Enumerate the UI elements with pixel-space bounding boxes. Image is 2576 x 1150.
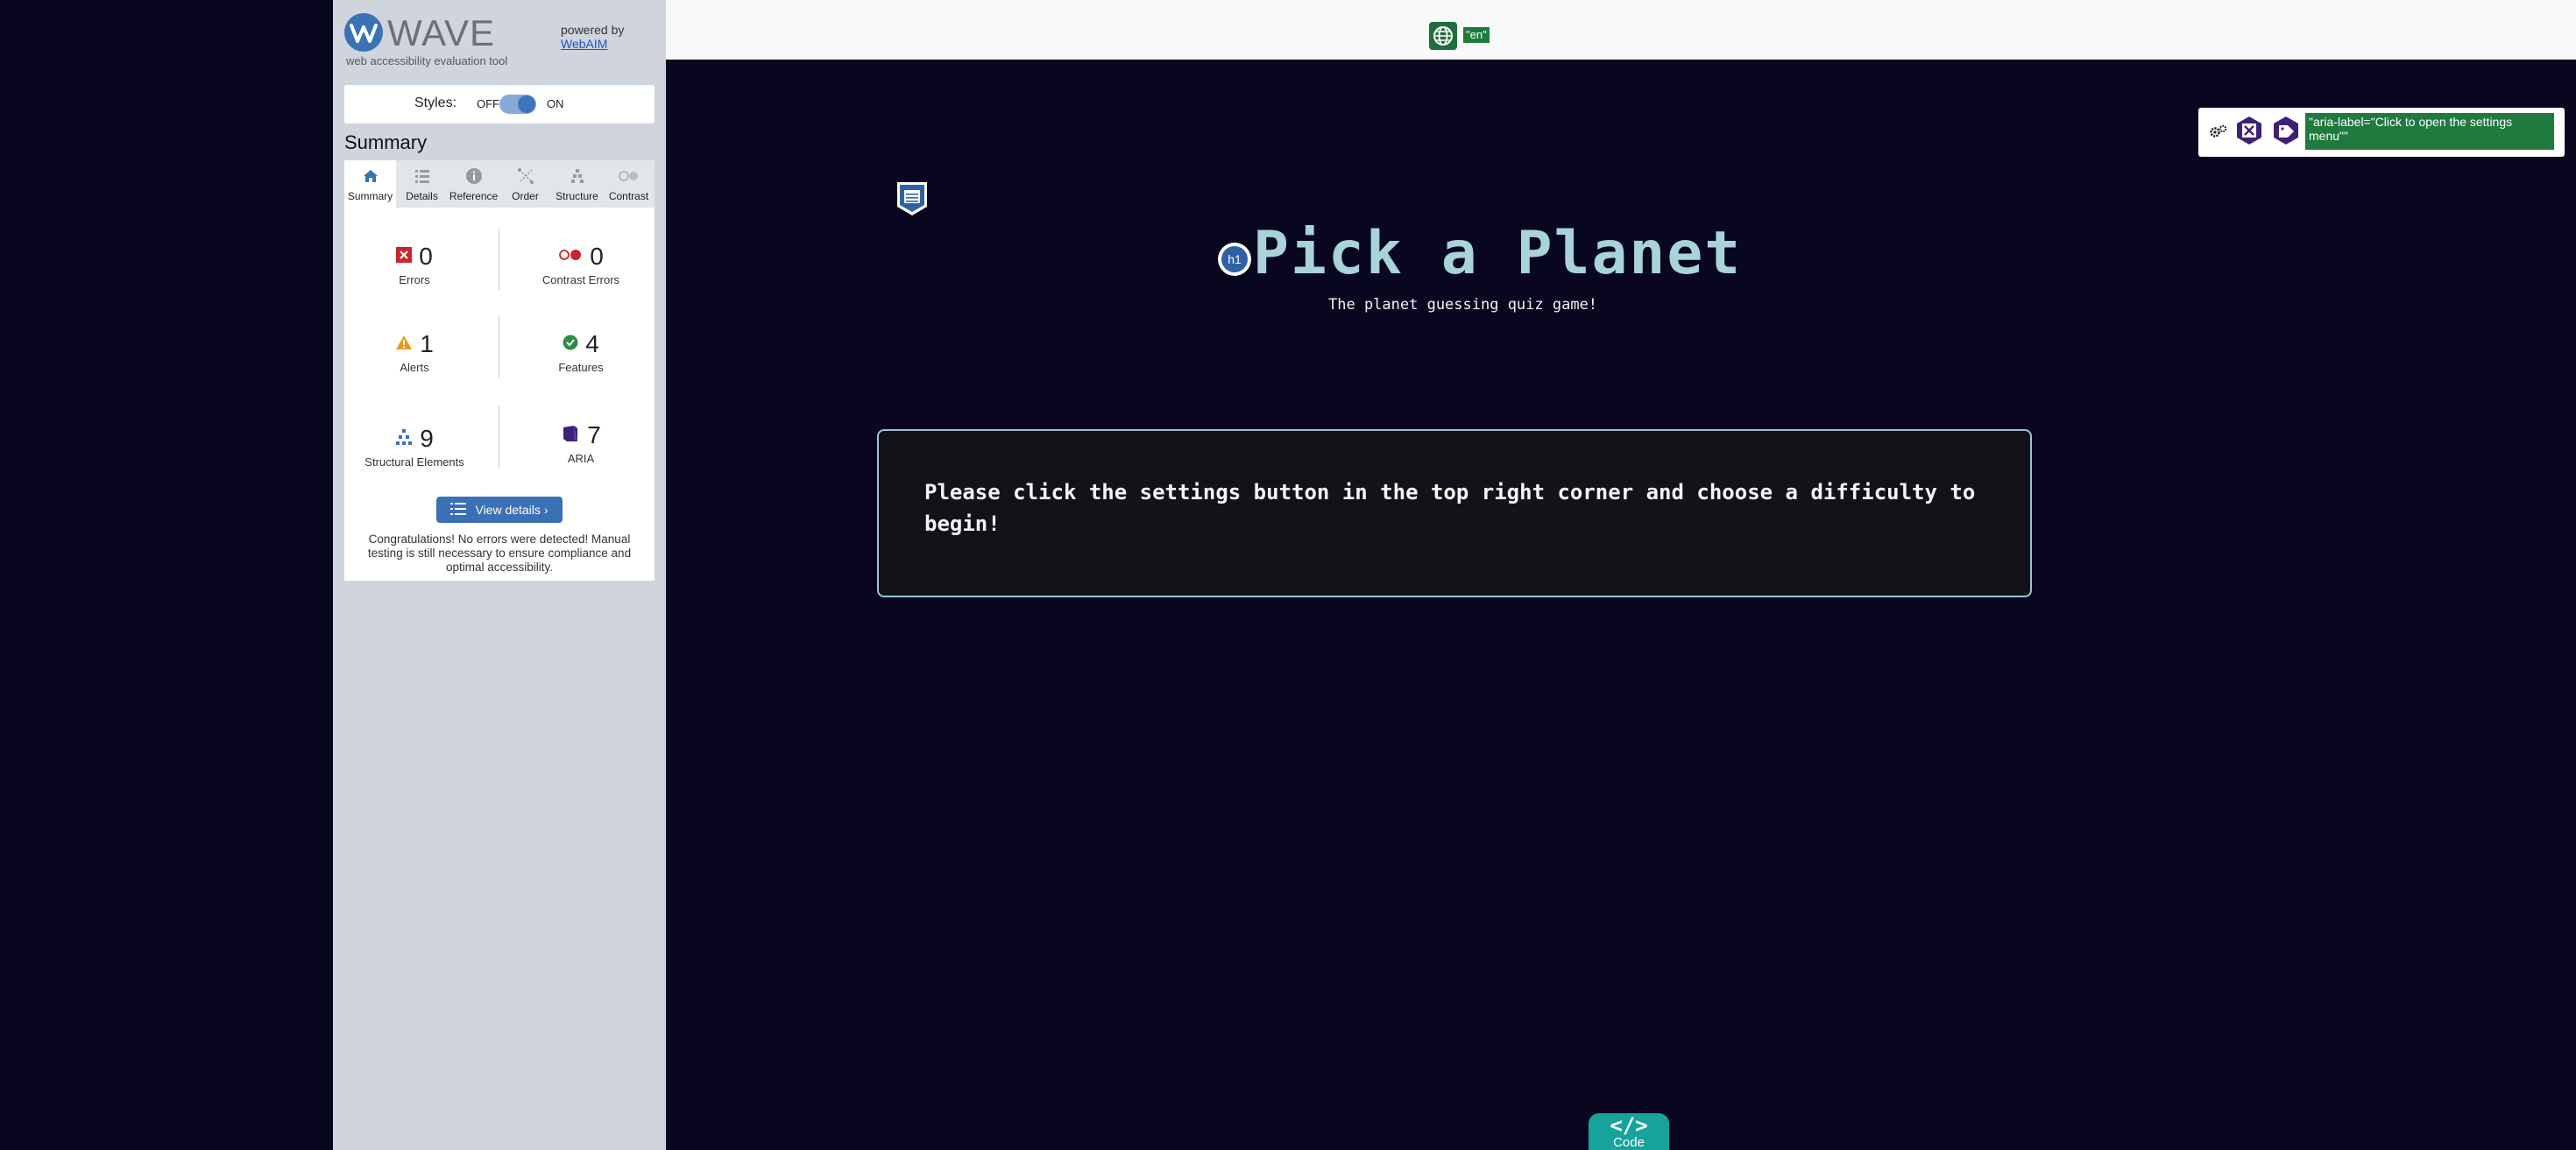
tab-structure-label: Structure	[556, 190, 598, 202]
structural-icon	[395, 428, 413, 450]
wave-panel: WAVE web accessibility evaluation tool p…	[333, 0, 666, 1150]
quiz-message: Please click the settings button in the …	[924, 480, 1976, 536]
aria-count: 7	[587, 421, 601, 448]
language-icon[interactable]	[1429, 22, 1457, 50]
aria-label: ARIA	[567, 452, 595, 465]
tab-reference[interactable]: Reference	[448, 160, 499, 208]
aria-annotation-toolbar: "aria-label="Click to open the settings …	[2198, 108, 2565, 157]
tab-reference-label: Reference	[449, 190, 499, 202]
code-label: Code	[1613, 1135, 1645, 1150]
alerts-count: 1	[420, 330, 434, 357]
contrast-errors-stat[interactable]: 0 Contrast Errors	[511, 242, 651, 286]
page-subtitle: The planet guessing quiz game!	[1328, 296, 1598, 314]
list-icon	[450, 502, 467, 518]
language-badge: "en"	[1463, 27, 1490, 43]
contrast-errors-count: 0	[590, 243, 604, 270]
tab-details[interactable]: Details	[396, 160, 448, 208]
contrast-error-icon	[558, 248, 583, 266]
errors-stat[interactable]: 0 Errors	[344, 242, 485, 286]
tab-summary[interactable]: Summary	[344, 160, 396, 208]
styles-off-label: OFF	[477, 97, 499, 110]
h1-badge: h1	[1221, 246, 1248, 272]
errors-label: Errors	[399, 273, 430, 286]
code-icon: </>	[1610, 1113, 1648, 1138]
code-button[interactable]: </> Code	[1589, 1113, 1669, 1150]
powered-by: powered by WebAIM	[561, 23, 624, 51]
tab-order-label: Order	[512, 190, 539, 202]
errors-count: 0	[419, 243, 433, 270]
view-details-label: View details ›	[475, 503, 548, 517]
contrast-icon	[603, 167, 655, 185]
aria-stat[interactable]: 7 ARIA	[511, 420, 651, 465]
features-count: 4	[585, 330, 599, 357]
wave-logo-text: WAVE	[387, 12, 496, 53]
tab-contrast-label: Contrast	[608, 190, 649, 202]
wave-logo-icon	[344, 13, 383, 52]
alert-icon	[395, 335, 413, 355]
structural-stat[interactable]: 9 Structural Elements	[344, 424, 485, 469]
congratulations-text: Congratulations! No errors were detected…	[367, 533, 632, 574]
summary-body: 0 Errors 0 Contrast Errors 1 Alerts 4 Fe…	[344, 208, 655, 581]
wave-tabs: Summary Details Reference Order Structur…	[344, 160, 655, 208]
list-icon	[396, 167, 448, 185]
styles-toggle-knob	[518, 95, 535, 113]
contrast-errors-label: Contrast Errors	[541, 273, 620, 286]
quiz-card: Please click the settings button in the …	[877, 429, 2032, 597]
alerts-stat[interactable]: 1 Alerts	[344, 329, 485, 374]
features-stat[interactable]: 4 Features	[511, 329, 651, 374]
wave-tagline: web accessibility evaluation tool	[346, 54, 508, 67]
styles-toggle[interactable]	[499, 95, 536, 114]
home-icon	[344, 167, 396, 185]
aria-hidden-icon[interactable]	[2233, 115, 2265, 151]
error-icon	[396, 246, 413, 267]
structural-count: 9	[420, 425, 434, 452]
header-landmark-icon[interactable]	[895, 180, 930, 217]
wave-header: WAVE web accessibility evaluation tool p…	[333, 0, 666, 77]
settings-gears-icon[interactable]	[2209, 123, 2228, 144]
styles-label: Styles:	[414, 95, 457, 110]
features-label: Features	[558, 361, 604, 374]
aria-icon	[561, 424, 580, 448]
powered-by-label: powered by	[561, 23, 625, 37]
page-title: Pick a Planet	[1253, 219, 1743, 288]
structure-icon	[551, 167, 603, 185]
styles-on-label: ON	[547, 97, 564, 110]
styles-toggle-box: Styles: OFF ON	[344, 85, 655, 123]
tab-details-label: Details	[406, 190, 438, 202]
aria-label-icon[interactable]	[2270, 115, 2302, 151]
order-icon	[499, 167, 551, 185]
tab-order[interactable]: Order	[499, 160, 551, 208]
structural-label: Structural Elements	[364, 455, 464, 469]
view-details-button[interactable]: View details ›	[436, 497, 563, 523]
webaim-link[interactable]: WebAIM	[561, 37, 607, 51]
aria-label-badge: "aria-label="Click to open the settings …	[2305, 113, 2554, 150]
tab-contrast[interactable]: Contrast	[603, 160, 655, 208]
alerts-label: Alerts	[400, 361, 429, 374]
page-top-bar: "en"	[666, 0, 2576, 60]
info-icon	[448, 167, 499, 185]
tab-summary-label: Summary	[347, 190, 393, 202]
feature-icon	[563, 335, 578, 355]
summary-heading: Summary	[344, 131, 428, 153]
h1-heading-icon[interactable]: h1	[1218, 243, 1251, 276]
tab-structure[interactable]: Structure	[551, 160, 603, 208]
